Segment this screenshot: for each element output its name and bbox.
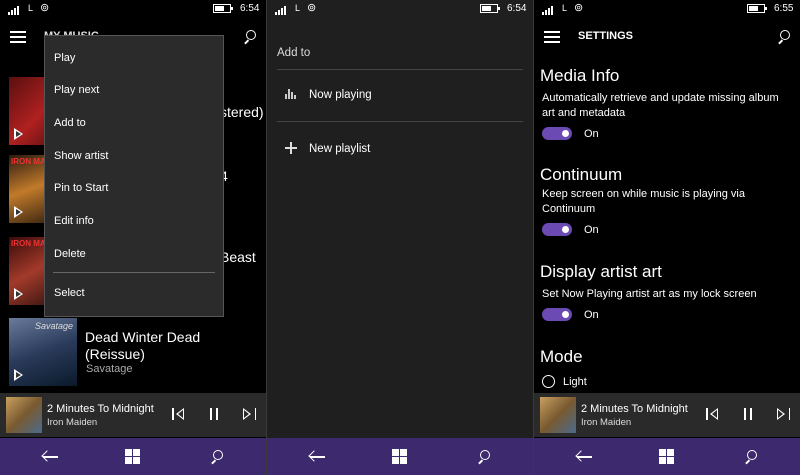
now-playing-artist: Iron Maiden [47,417,98,428]
search-icon[interactable] [744,450,758,465]
search-icon[interactable] [210,450,224,465]
back-icon[interactable] [41,450,60,464]
continuum-state: On [584,224,599,236]
media-info-state: On [584,128,599,140]
clock: 6:55 [774,3,794,14]
continuum-toggle[interactable] [542,223,572,236]
now-playing-track: 2 Minutes To Midnight [581,403,688,415]
back-icon[interactable] [308,450,327,464]
artist-art-toggle[interactable] [542,308,572,321]
mode-heading: Mode [540,347,583,366]
menu-item-show-artist[interactable]: Show artist [54,150,108,162]
hamburger-icon[interactable] [544,31,560,43]
artist-art-description: Set Now Playing artist art as my lock sc… [542,288,757,300]
now-playing-art[interactable] [540,397,576,433]
network-type: L [562,3,568,13]
artist-art-state: On [584,309,599,321]
clock: 6:54 [507,3,527,14]
divider [277,69,523,70]
context-menu: Play Play next Add to Show artist Pin to… [44,35,224,317]
album-artist: Savatage [86,363,133,375]
back-icon[interactable] [575,450,594,464]
pause-icon[interactable] [742,407,756,421]
next-icon[interactable] [776,407,790,421]
now-playing-bar[interactable]: 2 Minutes To Midnight Iron Maiden [534,393,800,437]
media-info-toggle[interactable] [542,127,572,140]
album-title[interactable]: Beast [220,249,256,265]
windows-icon[interactable] [392,449,408,464]
status-bar: L ⊚ 6:54 [267,0,533,18]
next-icon[interactable] [242,407,256,421]
music-panel: L ⊚ 6:54 MY MUSIC stered) IRON MAIDEN 4 … [0,0,266,475]
menu-item-edit-info[interactable]: Edit info [54,215,94,227]
now-playing-track: 2 Minutes To Midnight [47,403,154,415]
signal-icon [8,4,20,15]
system-nav-bar [534,438,800,475]
new-playlist-button[interactable]: New playlist [309,143,370,155]
menu-item-pin-to-start[interactable]: Pin to Start [54,182,108,194]
menu-item-add-to[interactable]: Add to [54,117,86,129]
add-to-title: Add to [277,47,311,59]
battery-icon [480,4,500,13]
location-icon: ⊚ [40,2,50,14]
media-info-description: Automatically retrieve and update missin… [542,92,779,119]
artist-art-heading: Display artist art [540,262,662,281]
light-mode-label[interactable]: Light [563,376,587,388]
now-playing-bar[interactable]: 2 Minutes To Midnight Iron Maiden [0,393,266,437]
system-nav-bar [267,438,533,475]
play-icon[interactable] [14,206,23,218]
previous-icon[interactable] [172,407,186,421]
status-bar: L ⊚ 6:54 [0,0,266,18]
search-icon[interactable] [777,30,791,45]
windows-icon[interactable] [125,449,141,464]
previous-icon[interactable] [706,407,720,421]
menu-divider [53,272,215,273]
now-playing-art[interactable] [6,397,42,433]
menu-item-delete[interactable]: Delete [54,248,86,260]
menu-item-select[interactable]: Select [54,287,85,299]
album-title[interactable]: stered) [220,104,264,120]
divider [277,121,523,122]
plus-icon [285,142,297,154]
status-bar: L ⊚ 6:55 [534,0,800,18]
album-art[interactable]: Savatage [9,318,77,386]
app-header: SETTINGS [534,22,800,54]
network-type: L [28,3,34,13]
settings-panel: L ⊚ 6:55 SETTINGS Media Info Automatical… [534,0,800,475]
continuum-description: Keep screen on while music is playing vi… [542,188,745,215]
now-playing-artist: Iron Maiden [581,417,632,428]
menu-item-play[interactable]: Play [54,52,75,64]
add-to-panel: L ⊚ 6:54 Add to Now playing New playlist [267,0,533,475]
play-icon[interactable] [14,128,23,140]
location-icon: ⊚ [307,2,317,14]
battery-icon [213,4,233,13]
battery-icon [747,4,767,13]
system-nav-bar [0,438,266,475]
network-type: L [295,3,301,13]
hamburger-icon[interactable] [10,31,26,43]
pause-icon[interactable] [208,407,222,421]
album-title[interactable]: Dead Winter Dead (Reissue) [85,329,255,363]
menu-item-play-next[interactable]: Play next [54,84,99,96]
media-info-heading: Media Info [540,66,620,85]
continuum-heading: Continuum [540,165,623,184]
add-to-now-playing[interactable]: Now playing [309,89,372,101]
play-icon[interactable] [14,369,23,381]
clock: 6:54 [240,3,260,14]
location-icon: ⊚ [574,2,584,14]
equalizer-icon [285,89,297,99]
signal-icon [542,4,554,15]
signal-icon [275,4,287,15]
windows-icon[interactable] [659,449,675,464]
light-mode-radio[interactable] [542,375,555,388]
search-icon[interactable] [477,450,491,465]
search-icon[interactable] [243,30,257,45]
play-icon[interactable] [14,288,23,300]
page-title: SETTINGS [578,30,634,42]
